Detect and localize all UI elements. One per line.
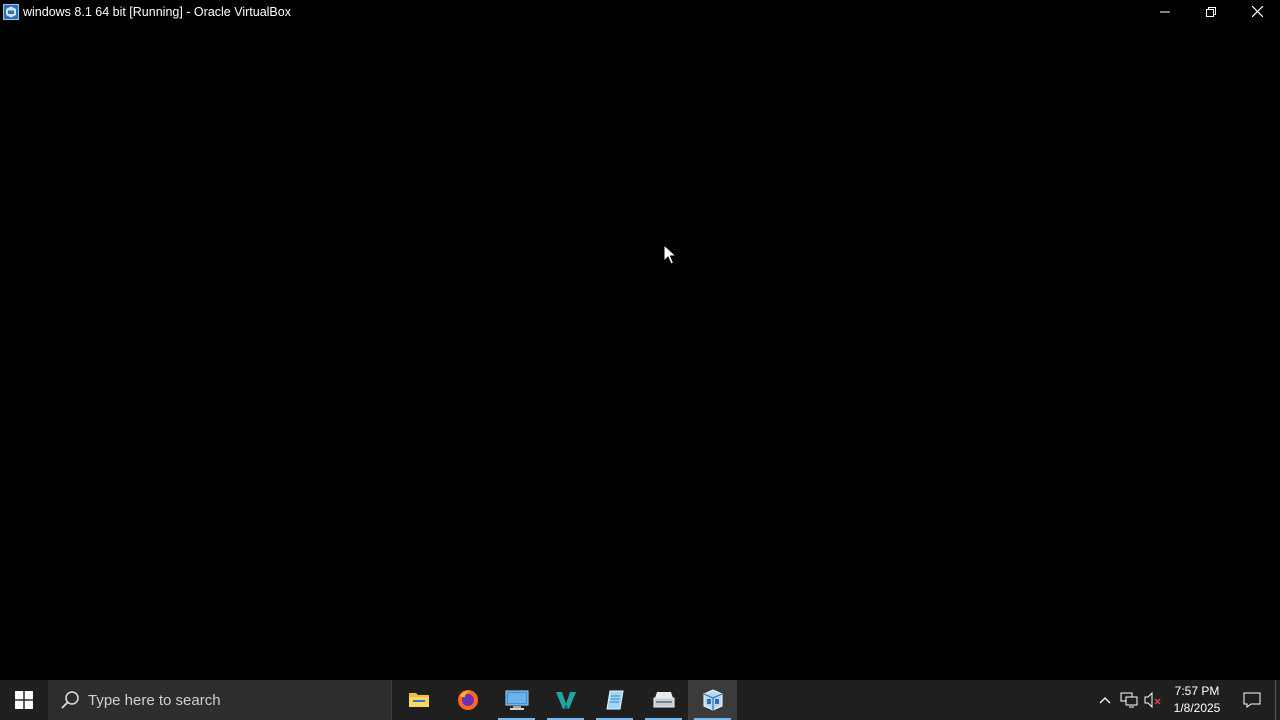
taskbar-app-virtualbox[interactable]	[688, 680, 737, 720]
chevron-up-icon	[1099, 697, 1111, 704]
folder-icon	[408, 693, 429, 707]
action-center-button[interactable]	[1229, 680, 1275, 720]
volume-button[interactable]	[1141, 680, 1165, 720]
volume-muted-icon	[1144, 692, 1161, 708]
network-button[interactable]	[1117, 680, 1141, 720]
virtualbox-icon	[703, 689, 722, 711]
restore-button[interactable]	[1188, 0, 1234, 23]
start-button[interactable]	[0, 680, 48, 720]
minimize-button[interactable]	[1142, 0, 1188, 23]
mouse-cursor-icon	[663, 244, 677, 265]
taskbar-app-visual-studio[interactable]	[541, 680, 590, 720]
visual-studio-icon	[555, 692, 576, 709]
taskbar-app-file-explorer[interactable]	[394, 680, 443, 720]
notification-icon	[1243, 692, 1261, 708]
scanner-icon	[653, 692, 674, 708]
notepad-icon	[605, 690, 624, 710]
taskbar-app-remote-desktop[interactable]	[492, 680, 541, 720]
restore-icon	[1206, 6, 1216, 17]
taskbar-app-firefox[interactable]	[443, 680, 492, 720]
show-hidden-icons-button[interactable]	[1093, 680, 1117, 720]
show-desktop-button[interactable]	[1275, 680, 1280, 720]
window-titlebar[interactable]: windows 8.1 64 bit [Running] - Oracle Vi…	[0, 0, 1280, 23]
firefox-icon	[457, 690, 478, 710]
close-icon	[1251, 6, 1263, 17]
clock-date: 1/8/2025	[1173, 701, 1221, 715]
network-icon	[1120, 692, 1138, 708]
monitor-icon	[505, 690, 528, 710]
windows-logo-icon	[15, 691, 33, 709]
taskbar: Type here to search 7:57 PM 1/8/2025	[0, 680, 1280, 720]
search-input[interactable]: Type here to search	[48, 680, 392, 720]
close-button[interactable]	[1234, 0, 1280, 23]
search-icon	[61, 691, 79, 709]
search-placeholder: Type here to search	[88, 691, 221, 709]
system-tray: 7:57 PM 1/8/2025	[1093, 680, 1280, 720]
virtualbox-icon	[3, 3, 19, 20]
vm-display[interactable]	[0, 23, 1280, 680]
minimize-icon	[1160, 11, 1170, 12]
window-title: windows 8.1 64 bit [Running] - Oracle Vi…	[23, 4, 291, 19]
taskbar-app-scanner[interactable]	[639, 680, 688, 720]
clock[interactable]: 7:57 PM 1/8/2025	[1165, 680, 1229, 720]
taskbar-app-notepad[interactable]	[590, 680, 639, 720]
clock-time: 7:57 PM	[1174, 684, 1220, 698]
pinned-apps	[394, 680, 737, 720]
